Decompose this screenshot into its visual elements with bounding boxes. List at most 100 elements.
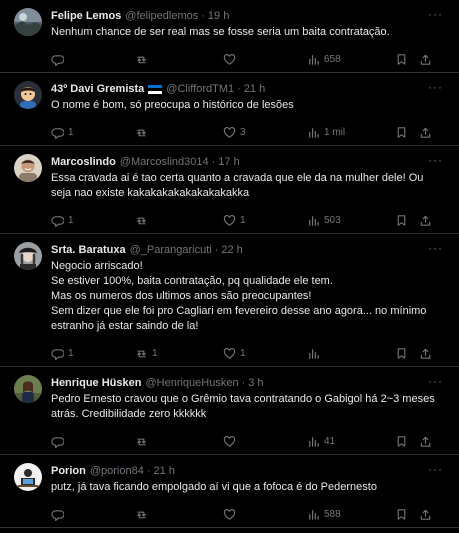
reply-button[interactable]	[51, 435, 135, 448]
author-name[interactable]: Srta. Baratuxa	[51, 243, 126, 257]
author-handle[interactable]: @HenriqueHusken	[145, 376, 238, 390]
retweet-icon	[137, 511, 146, 518]
bookmark-button[interactable]	[395, 214, 419, 227]
share-button[interactable]	[419, 53, 432, 66]
tweet-card: Marcoslindo @Marcoslind3014 · 17 h ··· Essa c…	[0, 146, 459, 234]
tweet-header: Srta. Baratuxa @_Parangaricuti · 22 h	[51, 242, 445, 257]
bookmark-icon	[397, 435, 406, 447]
author-handle[interactable]: @Marcoslind3014	[120, 155, 209, 169]
reply-icon	[51, 348, 64, 360]
author-name[interactable]: Marcoslindo	[51, 155, 116, 169]
tweet-timestamp[interactable]: 3 h	[248, 376, 263, 390]
retweet-button[interactable]	[135, 53, 223, 66]
share-button[interactable]	[419, 435, 432, 448]
like-button[interactable]	[223, 53, 307, 66]
tweet-header: Porion @porion84 · 21 h	[51, 463, 445, 478]
views-button[interactable]: 503	[307, 214, 395, 227]
bookmark-button[interactable]	[395, 126, 419, 139]
share-icon	[420, 215, 431, 226]
tweet-text: Negocio arriscado! Se estiver 100%, bait…	[51, 260, 427, 332]
more-icon[interactable]: ···	[428, 154, 443, 166]
tweet-timestamp[interactable]: 17 h	[218, 155, 239, 169]
author-name[interactable]: 43º Davi Gremista	[51, 82, 144, 96]
views-button[interactable]: 1 mil	[307, 126, 395, 139]
tweet-timestamp[interactable]: 19 h	[208, 9, 229, 23]
reply-icon	[51, 127, 64, 139]
tweet-header: 43º Davi Gremista @CliffordTM1 · 21 h	[51, 81, 445, 96]
bookmark-icon	[397, 347, 406, 359]
bookmark-button[interactable]	[395, 508, 419, 521]
action-bar: 1 1 503	[51, 207, 445, 233]
views-count: 41	[324, 435, 336, 447]
reply-button[interactable]: 1	[51, 347, 135, 360]
avatar[interactable]	[14, 8, 42, 36]
avatar[interactable]	[14, 463, 42, 491]
retweet-button[interactable]: 1	[135, 347, 223, 360]
like-button[interactable]: 3	[223, 126, 307, 139]
avatar[interactable]	[14, 375, 42, 403]
share-button[interactable]	[419, 508, 432, 521]
tweet-header: Henrique Hüsken @HenriqueHusken · 3 h	[51, 375, 445, 390]
reply-icon	[51, 436, 64, 448]
share-icon	[420, 509, 431, 520]
action-bar: 658	[51, 46, 445, 72]
more-icon[interactable]: ···	[428, 375, 443, 387]
likes-count: 1	[240, 214, 246, 226]
bookmark-button[interactable]	[395, 53, 419, 66]
author-name[interactable]: Felipe Lemos	[51, 9, 121, 23]
views-count: 503	[324, 214, 341, 226]
estonia-flag-icon	[148, 84, 163, 94]
retweet-button[interactable]	[135, 435, 223, 448]
like-button[interactable]: 1	[223, 347, 307, 360]
avatar[interactable]	[14, 242, 42, 270]
views-button[interactable]: 41	[307, 435, 395, 448]
views-button[interactable]: 588	[307, 508, 395, 521]
retweet-button[interactable]	[135, 508, 223, 521]
reply-icon	[51, 509, 64, 521]
share-button[interactable]	[419, 214, 432, 227]
reply-button[interactable]	[51, 508, 135, 521]
separator-dot: ·	[211, 155, 216, 168]
reply-button[interactable]: 1	[51, 214, 135, 227]
share-button[interactable]	[419, 347, 432, 360]
author-handle[interactable]: @porion84	[90, 464, 144, 478]
author-handle[interactable]: @_Parangaricuti	[130, 243, 212, 257]
retweet-button[interactable]	[135, 214, 223, 227]
views-count: 658	[324, 53, 341, 65]
more-icon[interactable]: ···	[428, 463, 443, 475]
separator-dot: ·	[201, 9, 205, 22]
share-icon	[420, 348, 431, 359]
more-icon[interactable]: ···	[428, 81, 443, 93]
tweet-timestamp[interactable]: 21 h	[244, 82, 265, 96]
bookmark-button[interactable]	[395, 435, 419, 448]
retweet-icon	[137, 129, 146, 136]
avatar[interactable]	[14, 154, 42, 182]
tweet-card: Felipe Lemos @felipedlemos · 19 h ··· Nenhum …	[0, 0, 459, 73]
retweet-button[interactable]	[135, 126, 223, 139]
views-button[interactable]: 658	[307, 53, 395, 66]
author-name[interactable]: Porion	[51, 464, 86, 478]
author-handle[interactable]: @felipedlemos	[125, 9, 198, 23]
views-button[interactable]	[307, 347, 395, 360]
tweet-header: Felipe Lemos @felipedlemos · 19 h	[51, 8, 445, 23]
like-button[interactable]	[223, 435, 307, 448]
action-bar: 41	[51, 428, 445, 454]
more-icon[interactable]: ···	[428, 242, 443, 254]
action-bar: 1 3 1 mil	[51, 119, 445, 145]
views-icon	[309, 348, 319, 359]
share-button[interactable]	[419, 126, 432, 139]
tweet-timestamp[interactable]: 22 h	[221, 243, 242, 257]
bookmark-icon	[397, 508, 406, 520]
avatar[interactable]	[14, 81, 42, 109]
author-name[interactable]: Henrique Hüsken	[51, 376, 141, 390]
reply-button[interactable]	[51, 53, 135, 66]
author-handle[interactable]: @CliffordTM1	[166, 82, 234, 96]
heart-icon	[223, 508, 236, 520]
separator-dot: ·	[237, 82, 241, 95]
like-button[interactable]	[223, 508, 307, 521]
more-icon[interactable]: ···	[428, 8, 443, 20]
like-button[interactable]: 1	[223, 214, 307, 227]
tweet-timestamp[interactable]: 21 h	[154, 464, 175, 478]
reply-button[interactable]: 1	[51, 126, 135, 139]
bookmark-button[interactable]	[395, 347, 419, 360]
